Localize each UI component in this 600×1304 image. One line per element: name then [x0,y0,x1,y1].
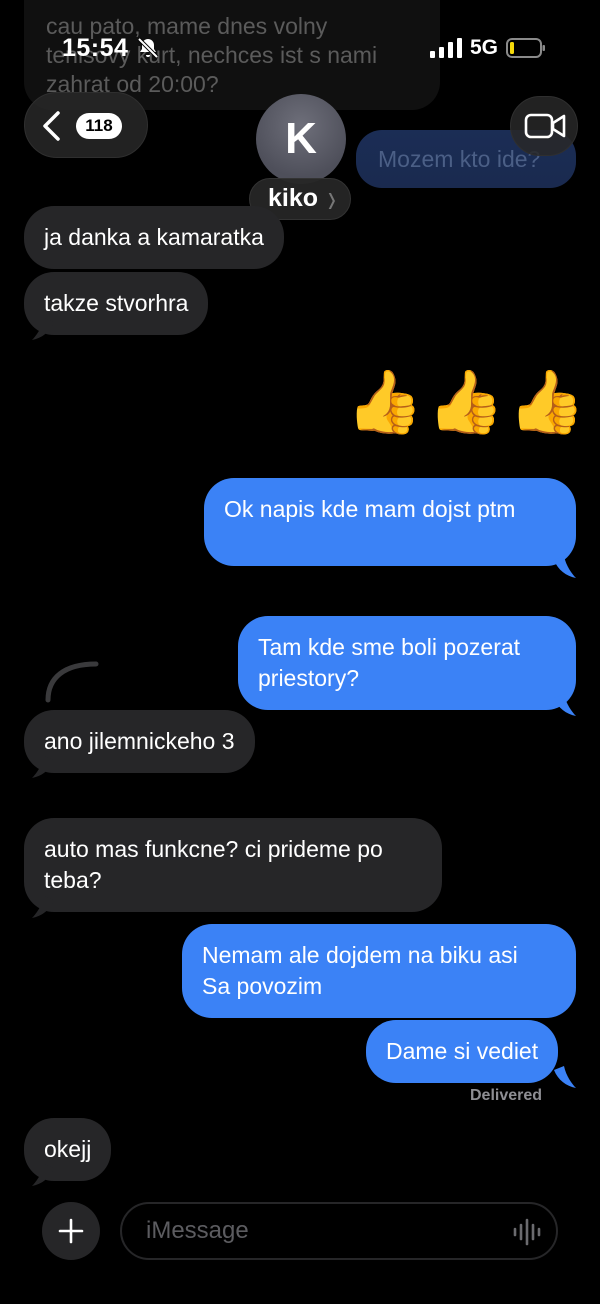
unread-count-badge: 118 [76,113,122,139]
avatar-initial: K [285,114,317,163]
battery-icon [506,38,545,58]
bubble-tail [32,318,54,340]
faded-outgoing-text: Mozem kto ide? [378,146,541,172]
message-bubble-incoming[interactable]: auto mas funkcne? ci prideme po teba? [24,818,442,912]
contact-name: kiko [268,184,319,212]
plus-icon [58,1218,84,1244]
message-bubble-outgoing[interactable]: Nemam ale dojdem na biku asi Sa povozim [182,924,576,1018]
imessage-input[interactable] [120,1202,558,1260]
message-bubble-outgoing[interactable]: Ok napis kde mam dojst ptm [204,478,576,566]
bubble-tail [554,694,576,716]
delivered-status: Delivered [470,1087,543,1104]
chevron-right-icon: ❭ [325,192,339,209]
video-camera-icon [524,113,566,139]
bubble-tail [32,756,54,778]
bubble-tail [32,1164,54,1186]
thumbs-up-emoji-message[interactable]: 👍👍👍 [346,368,590,438]
voice-waveform-icon[interactable] [512,1218,542,1246]
bubble-tail [554,1066,576,1088]
bubble-tail [554,556,576,578]
status-time: 15:54 [62,34,129,62]
message-bubble-incoming[interactable]: ano jilemnickeho 3 [24,710,255,773]
back-chevron-icon [43,111,60,141]
bell-slash-icon [137,37,159,59]
signal-icon [430,38,462,58]
message-bubble-outgoing[interactable]: Dame si vediet [366,1020,559,1083]
network-type: 5G [470,36,499,59]
bubble-tail [32,896,54,918]
reply-arc-indicator [45,661,99,703]
message-bubble-outgoing[interactable]: Tam kde sme boli pozerat priestory? [238,616,576,710]
message-bubble-incoming[interactable]: ja danka a kamaratka [24,206,284,269]
